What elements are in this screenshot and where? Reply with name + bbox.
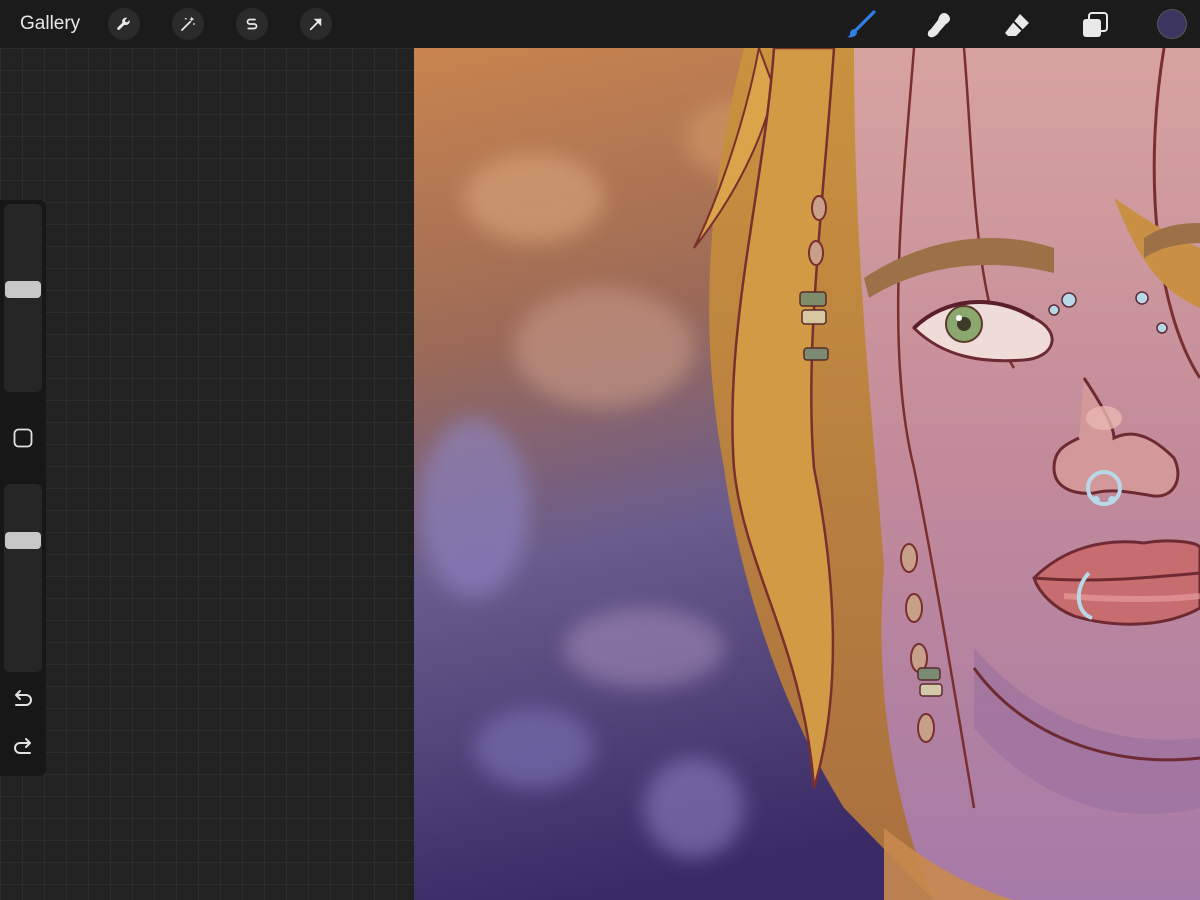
- left-sidebar: [0, 200, 46, 776]
- eraser-tool-button[interactable]: [1000, 8, 1034, 42]
- smudge-tool-button[interactable]: [922, 8, 956, 42]
- opacity-slider[interactable]: [4, 484, 42, 672]
- wrench-icon: [117, 17, 130, 30]
- redo-button[interactable]: [9, 734, 37, 762]
- workspace-grid: [0, 48, 414, 900]
- top-toolbar: Gallery: [0, 0, 1200, 48]
- transform-arrow-icon: [309, 18, 322, 31]
- smudge-icon: [927, 13, 950, 38]
- selection-button[interactable]: [236, 8, 268, 40]
- layers-icon: [1083, 12, 1108, 37]
- transform-button[interactable]: [300, 8, 332, 40]
- brush-tool-button[interactable]: [844, 8, 878, 42]
- gallery-button[interactable]: Gallery: [20, 12, 80, 36]
- opacity-slider-thumb[interactable]: [5, 532, 41, 549]
- square-modify-icon: [13, 428, 33, 448]
- redo-arrow-icon: [14, 738, 31, 754]
- adjustments-wand-button[interactable]: [172, 8, 204, 40]
- modify-button[interactable]: [13, 428, 33, 448]
- brush-size-slider-thumb[interactable]: [5, 281, 41, 298]
- undo-button[interactable]: [9, 686, 37, 714]
- magic-wand-icon: [181, 16, 195, 31]
- color-swatch-button[interactable]: [1157, 9, 1187, 39]
- undo-arrow-icon: [15, 690, 32, 706]
- layers-button[interactable]: [1078, 8, 1112, 42]
- drawing-canvas[interactable]: [414, 48, 1200, 900]
- actions-wrench-button[interactable]: [108, 8, 140, 40]
- eraser-icon: [1005, 14, 1029, 36]
- selection-s-icon: [246, 18, 258, 30]
- brush-size-slider[interactable]: [4, 204, 42, 392]
- artwork-portrait: [414, 48, 1200, 900]
- brush-icon: [847, 10, 876, 38]
